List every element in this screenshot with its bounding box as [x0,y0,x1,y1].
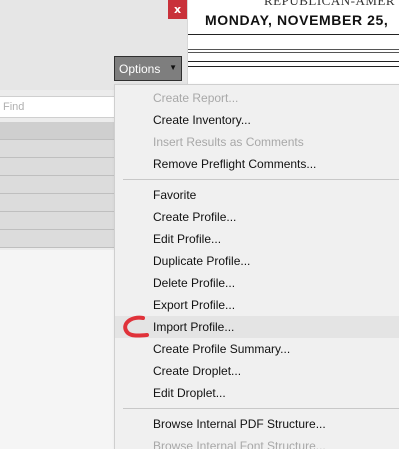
list-item[interactable] [0,230,120,248]
options-label: Options [119,61,161,76]
annotation-mark-icon [123,315,149,338]
close-button[interactable]: x [168,0,187,19]
app-root: x Options ▼ REPUBLICAN-AMER MONDAY, NOVE… [0,0,399,449]
list-item[interactable] [0,194,120,212]
list-item[interactable] [0,158,120,176]
divider [188,61,399,62]
menu-item-remove-preflight-comments[interactable]: Remove Preflight Comments... [115,153,399,175]
menu-separator [123,408,399,409]
menu-item-browse-pdf-structure[interactable]: Browse Internal PDF Structure... [115,413,399,435]
menu-separator [123,179,399,180]
divider [188,49,399,50]
close-icon: x [173,3,182,16]
find-input[interactable] [0,97,120,117]
results-list [0,122,120,248]
menu-item-edit-profile[interactable]: Edit Profile... [115,228,399,250]
menu-item-create-profile-summary[interactable]: Create Profile Summary... [115,338,399,360]
menu-item-import-profile[interactable]: Import Profile... [115,316,399,338]
panel-lower-area [0,250,120,449]
menu-item-create-inventory[interactable]: Create Inventory... [115,109,399,131]
list-item[interactable] [0,140,120,158]
divider [188,34,399,35]
divider [188,52,399,53]
options-button[interactable]: Options ▼ [114,56,182,81]
document-date: MONDAY, NOVEMBER 25, [205,12,389,28]
list-item[interactable] [0,212,120,230]
list-item[interactable] [0,176,120,194]
menu-item-create-droplet[interactable]: Create Droplet... [115,360,399,382]
document-masthead: REPUBLICAN-AMER [264,0,396,8]
menu-item-duplicate-profile[interactable]: Duplicate Profile... [115,250,399,272]
menu-item-insert-results-as-comments[interactable]: Insert Results as Comments [115,131,399,153]
menu-item-create-report[interactable]: Create Report... [115,87,399,109]
menu-item-delete-profile[interactable]: Delete Profile... [115,272,399,294]
list-item[interactable] [0,122,120,140]
find-bar [0,96,120,118]
chevron-down-icon: ▼ [169,63,177,72]
menu-item-edit-droplet[interactable]: Edit Droplet... [115,382,399,404]
divider [188,66,399,67]
menu-item-create-profile[interactable]: Create Profile... [115,206,399,228]
menu-item-browse-font-structure[interactable]: Browse Internal Font Structure... [115,435,399,449]
options-menu: Create Report... Create Inventory... Ins… [114,84,399,449]
menu-item-export-profile[interactable]: Export Profile... [115,294,399,316]
menu-item-favorite[interactable]: Favorite [115,184,399,206]
